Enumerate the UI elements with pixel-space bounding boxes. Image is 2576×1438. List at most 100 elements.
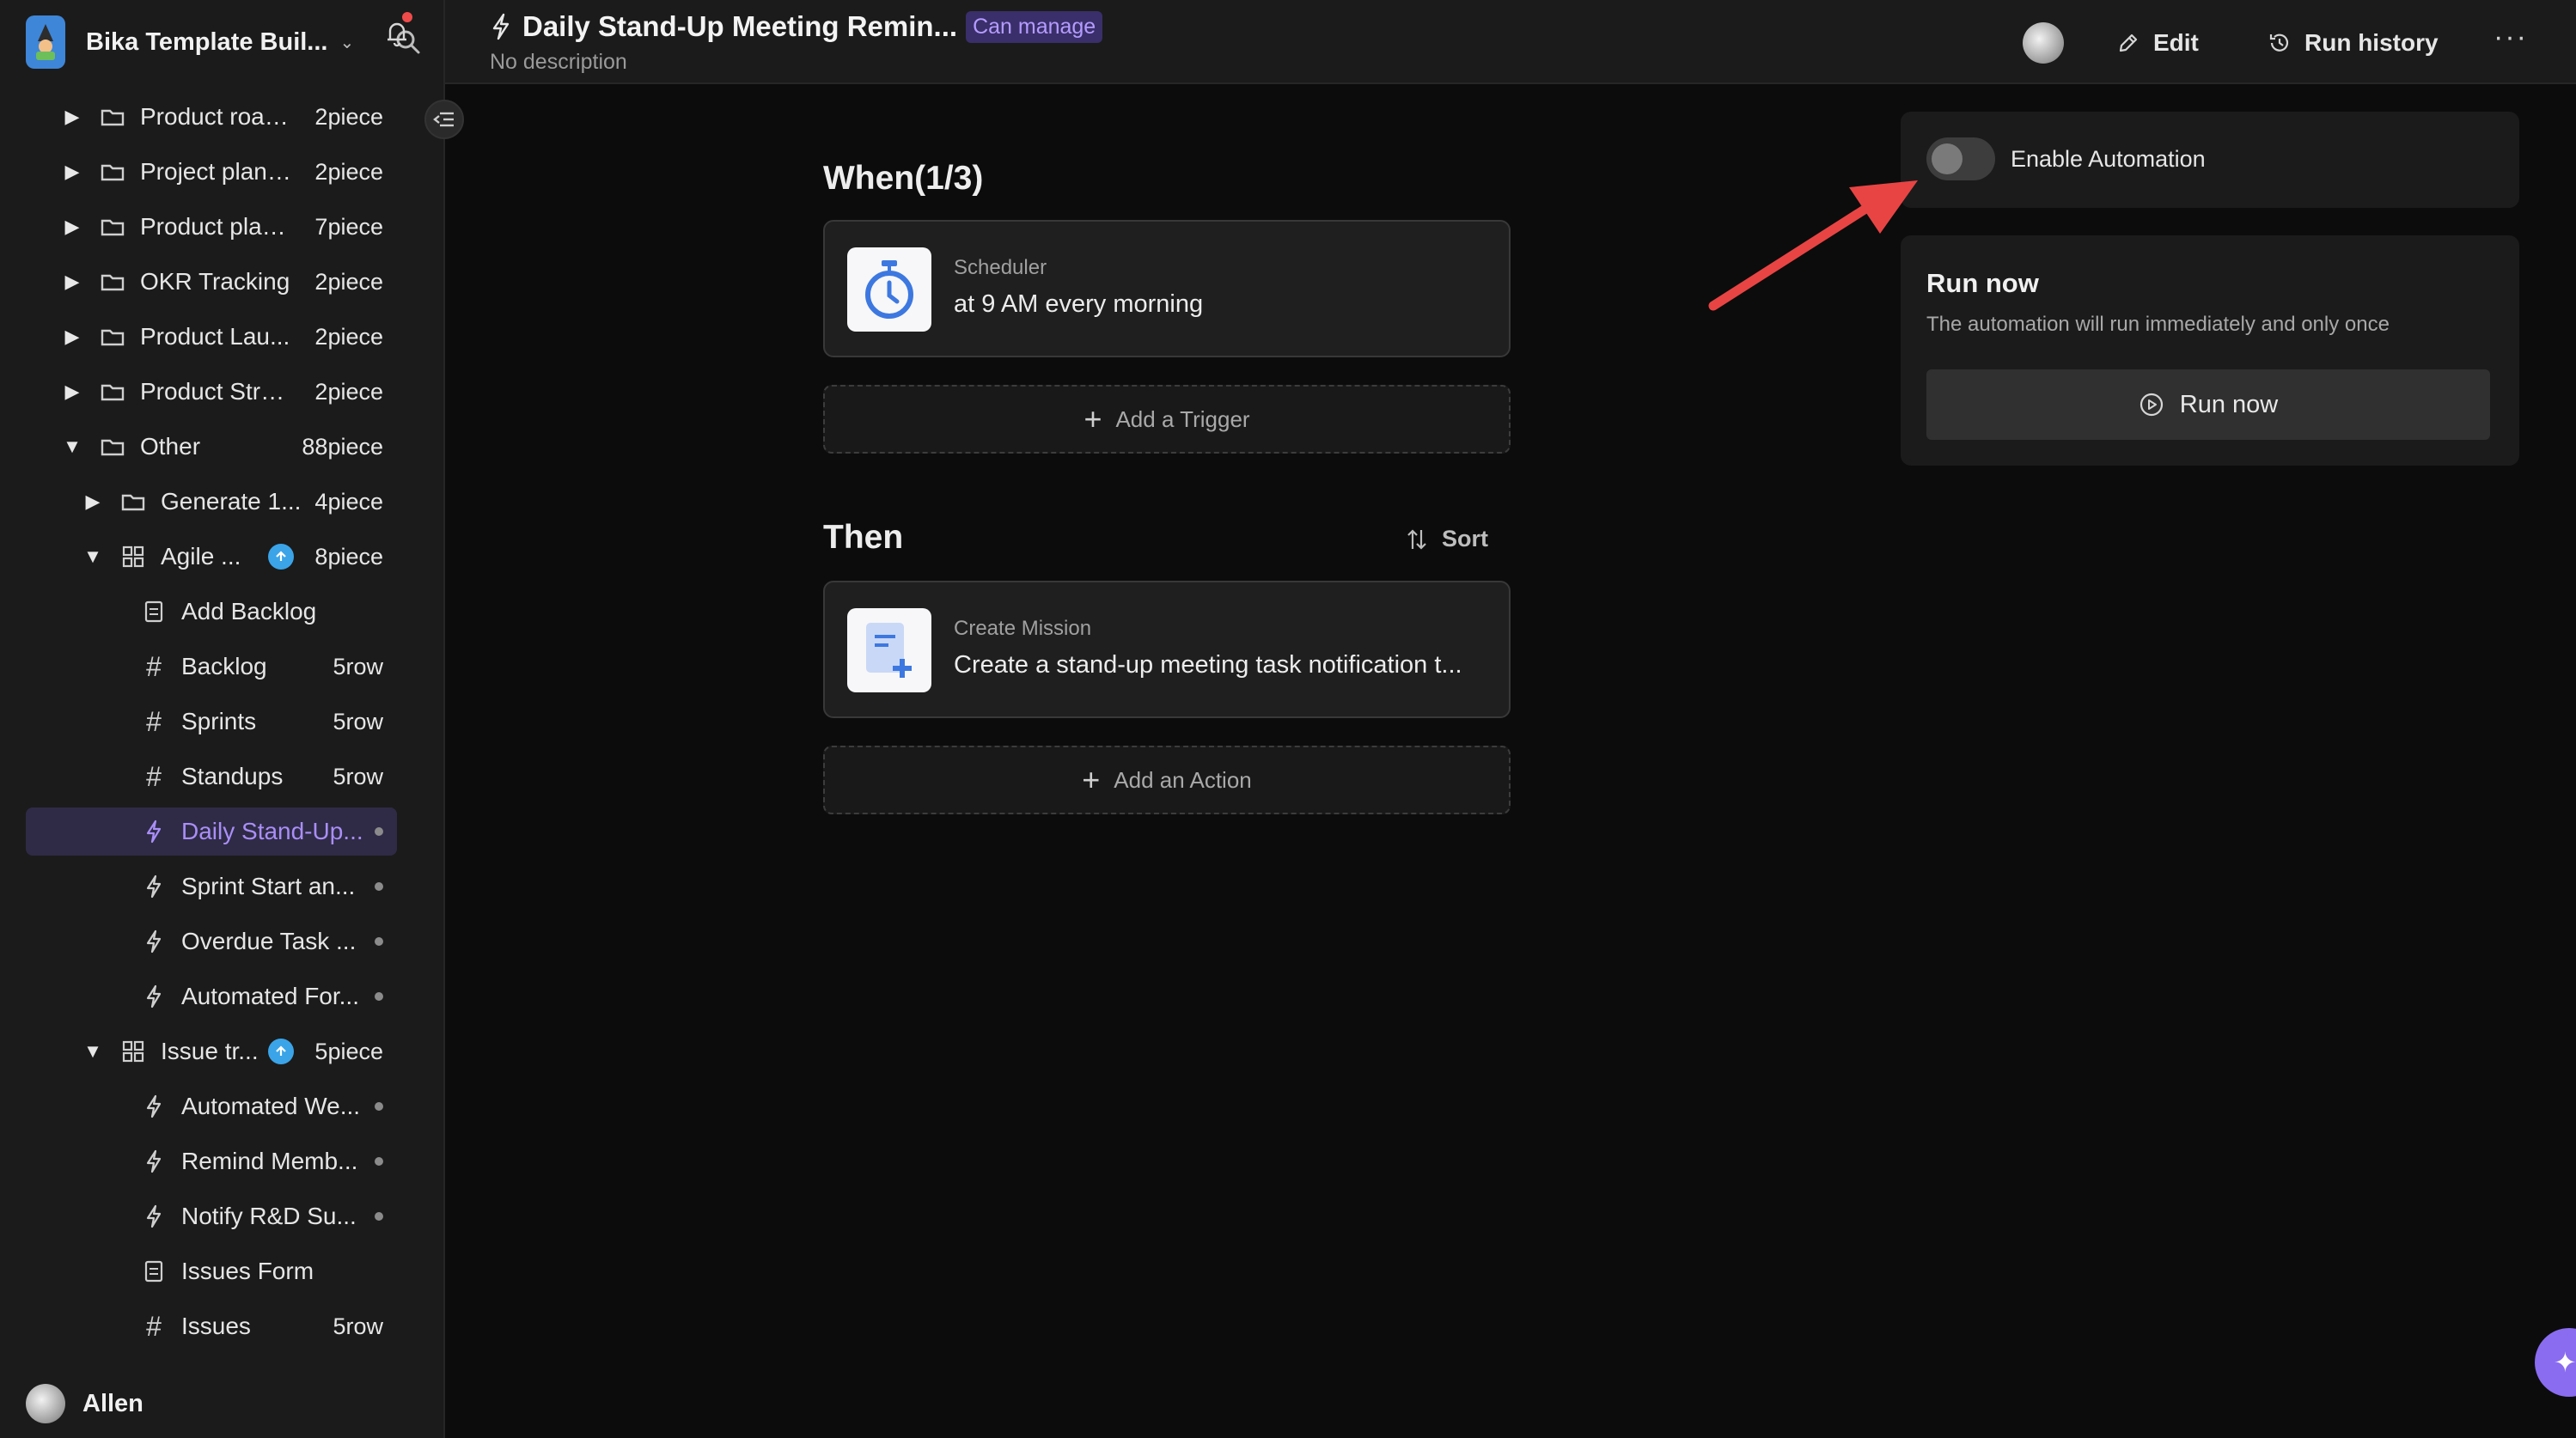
caret-down-icon[interactable]: ▼ [82, 545, 103, 567]
history-icon [2269, 34, 2289, 52]
grid-icon [122, 1040, 144, 1063]
tree-item-label: Backlog [181, 653, 267, 679]
enable-automation-toggle[interactable] [1926, 137, 1995, 180]
tree-item-folder[interactable]: ▶ OKR Tracking 2piece [26, 258, 397, 306]
tree-item-folder[interactable]: ▶ Product Lau... 2piece [26, 313, 397, 361]
caret-right-icon[interactable]: ▶ [62, 271, 82, 292]
tree-item-table[interactable]: # Backlog 5row [26, 643, 397, 691]
plus-icon: + [1082, 762, 1101, 797]
tree-item-form[interactable]: Add Backlog [26, 588, 397, 636]
page-description[interactable]: No description [490, 50, 627, 75]
tree-item-folder[interactable]: ▶ Product road... 2piece [26, 93, 397, 141]
caret-right-icon[interactable]: ▶ [62, 161, 82, 182]
tree-item-automation[interactable]: Automated We... [26, 1082, 397, 1130]
lightning-icon [146, 820, 162, 844]
tree-item-label: Sprint Start an... [181, 873, 356, 899]
tree-item-automation[interactable]: Sprint Start an... [26, 862, 397, 911]
tree-item-count: 4piece [314, 488, 383, 515]
tree-item-folder[interactable]: ▶ Generate 1... 4piece [26, 478, 397, 526]
caret-right-icon[interactable]: ▶ [62, 381, 82, 402]
action-card[interactable]: Create Mission Create a stand-up meeting… [823, 581, 1511, 718]
permission-badge: Can manage [966, 10, 1103, 43]
ai-assistant-button[interactable]: ✦ [2535, 1328, 2576, 1397]
user-name[interactable]: Allen [82, 1390, 143, 1418]
hash-icon: # [146, 705, 162, 737]
trigger-card[interactable]: Scheduler at 9 AM every morning [823, 220, 1511, 357]
edit-button[interactable]: Edit [2115, 24, 2199, 62]
hash-icon: # [146, 760, 162, 792]
page-title[interactable]: Daily Stand-Up Meeting Remin... [522, 10, 957, 43]
caret-right-icon[interactable]: ▶ [62, 106, 82, 127]
status-dot [375, 1102, 383, 1111]
tree-item-automation[interactable]: Overdue Task ... [26, 917, 397, 966]
lightning-icon [146, 1149, 162, 1173]
enable-automation-label: Enable Automation [2011, 146, 2206, 172]
tree-item-label: Standups [181, 763, 284, 789]
chevron-down-icon: ⌄ [339, 33, 355, 52]
tree-item-count: 2piece [314, 378, 383, 405]
tree-item-table[interactable]: # Standups 5row [26, 753, 397, 801]
tree-item-database-issues[interactable]: ▼ Issue tr... 5piece [26, 1027, 397, 1075]
avatar[interactable] [26, 1384, 65, 1423]
stopwatch-icon [847, 247, 931, 332]
tree-item-automation[interactable]: Automated For... [26, 972, 397, 1021]
tree-item-label: Product plan... [140, 213, 295, 240]
tree-item-form[interactable]: Issues Form [26, 1247, 397, 1295]
run-history-label: Run history [2304, 29, 2439, 56]
run-now-title: Run now [1926, 268, 2039, 298]
tree-item-folder[interactable]: ▶ Product plan... 7piece [26, 203, 397, 251]
tree-item-count: 2piece [314, 268, 383, 295]
tree-item-database-agile[interactable]: ▼ Agile ... 8piece [26, 533, 397, 581]
tree-item-label: Product road... [140, 103, 295, 130]
tree-item-label: Remind Memb... [181, 1148, 358, 1174]
caret-down-icon[interactable]: ▼ [82, 1040, 103, 1062]
collaborator-avatar[interactable] [2023, 22, 2064, 64]
tree-item-count: 5piece [314, 1038, 383, 1064]
tree-item-automation[interactable]: Notify R&D Su... [26, 1192, 397, 1240]
add-action-button[interactable]: + Add an Action [823, 746, 1511, 814]
tree-item-automation-active[interactable]: Daily Stand-Up... [26, 807, 397, 856]
run-history-button[interactable]: Run history [2267, 24, 2439, 62]
space-switcher[interactable]: Bika Template Buil... ⌄ [0, 0, 443, 84]
run-now-panel: Run now The automation will run immediat… [1901, 235, 2519, 466]
more-menu-button[interactable]: ··· [2492, 21, 2530, 62]
folder-icon [121, 494, 145, 511]
caret-right-icon[interactable]: ▶ [62, 216, 82, 237]
tree-item-count: 5row [333, 1313, 383, 1339]
run-now-description: The automation will run immediately and … [1926, 313, 2390, 336]
folder-icon [101, 109, 125, 126]
app-logo-icon [26, 15, 65, 69]
tree-item-table[interactable]: # Issues 5row [26, 1302, 397, 1350]
tree-item-folder-other[interactable]: ▼ Other 88piece [26, 423, 397, 471]
add-trigger-label: Add a Trigger [1115, 405, 1250, 432]
tree-item-table[interactable]: # Sprints 5row [26, 698, 397, 746]
tree-item-count: 2piece [314, 103, 383, 130]
lightning-icon [492, 13, 510, 40]
caret-down-icon[interactable]: ▼ [62, 436, 82, 457]
folder-icon [101, 219, 125, 236]
notification-dot [402, 12, 412, 22]
sparkle-icon: ✦ [2554, 1347, 2576, 1378]
tree-item-folder[interactable]: ▶ Product Strat... 2piece [26, 368, 397, 416]
tree-item-count: 5row [333, 653, 383, 679]
form-icon [144, 600, 163, 623]
tree-item-label: Automated We... [181, 1093, 361, 1119]
tree-item-label: Product Lau... [140, 323, 290, 350]
tree-item-label: Add Backlog [181, 598, 317, 625]
tree-item-folder[interactable]: ▶ Project plann... 2piece [26, 148, 397, 196]
tree-item-label: Notify R&D Su... [181, 1203, 357, 1229]
tree-item-label: Overdue Task ... [181, 928, 357, 954]
tree-item-label: OKR Tracking [140, 268, 290, 295]
collapse-sidebar-button[interactable] [424, 100, 464, 139]
caret-right-icon[interactable]: ▶ [82, 491, 103, 512]
tree-item-automation[interactable]: Remind Memb... [26, 1137, 397, 1185]
status-dot [375, 1212, 383, 1221]
trigger-type: Scheduler [954, 256, 1047, 279]
add-trigger-button[interactable]: + Add a Trigger [823, 385, 1511, 454]
folder-icon [101, 274, 125, 291]
caret-right-icon[interactable]: ▶ [62, 326, 82, 347]
more-icon: ··· [2494, 21, 2528, 53]
sort-button[interactable]: Sort [1404, 526, 1488, 552]
run-now-button[interactable]: Run now [1926, 369, 2490, 440]
run-now-button-label: Run now [2179, 390, 2279, 418]
